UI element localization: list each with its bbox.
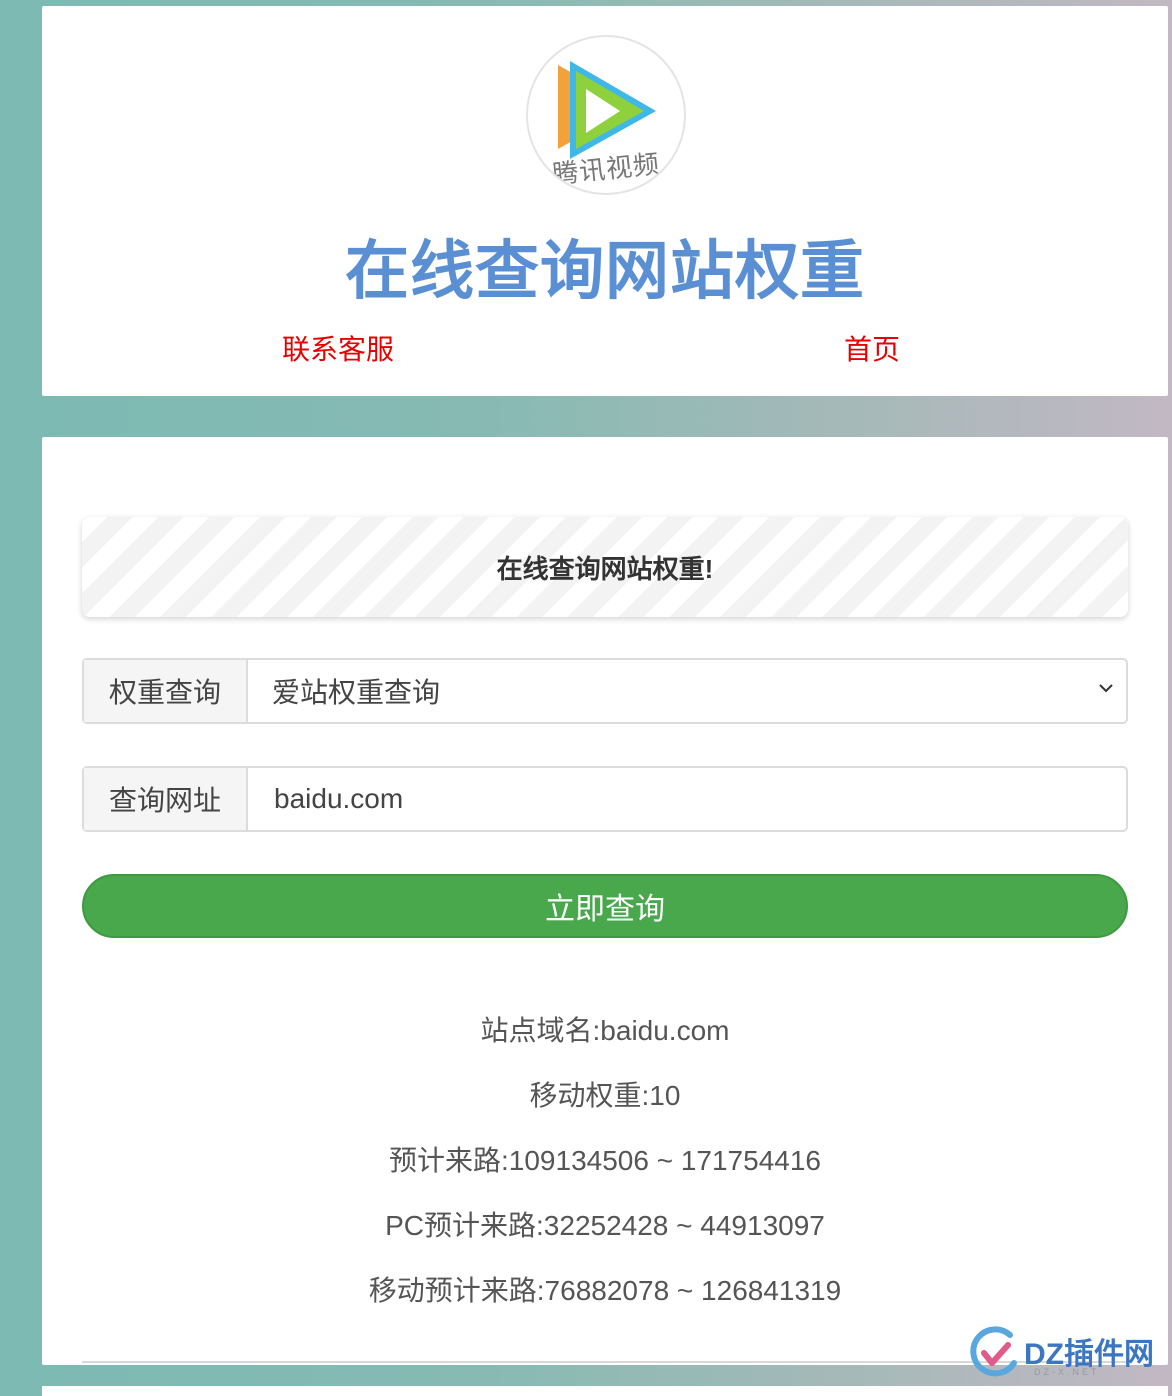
result-mobile-traffic: 移动预计来路:76882078 ~ 126841319	[368, 1275, 842, 1306]
site-watermark: DZ插件网 DZ-X.NET	[970, 1325, 1170, 1385]
chevron-down-icon	[1099, 684, 1113, 693]
url-field-wrap	[248, 768, 1126, 830]
nav-home-link[interactable]: 首页	[844, 328, 900, 368]
query-button[interactable]: 立即查询	[82, 874, 1128, 938]
result-estimated-traffic: 预计来路:109134506 ~ 171754416	[389, 1145, 821, 1176]
query-type-label: 权重查询	[84, 660, 248, 722]
tencent-video-logo: 腾讯视频	[526, 35, 686, 195]
header-card: 腾讯视频 在线查询网站权重 联系客服 首页	[42, 6, 1168, 396]
watermark-subtext: DZ-X.NET	[1034, 1367, 1100, 1377]
url-label: 查询网址	[84, 768, 248, 830]
check-badge-icon	[970, 1326, 1017, 1377]
url-group: 查询网址	[82, 766, 1128, 832]
next-card-edge	[42, 1386, 1168, 1396]
result-mobile-weight: 移动权重:10	[529, 1080, 681, 1111]
result-domain: 站点域名:baidu.com	[480, 1015, 730, 1046]
url-input[interactable]	[272, 782, 1088, 816]
query-card: 在线查询网站权重! 权重查询 爱站权重查询 查询网址 立即查询 站点域名:bai…	[42, 437, 1168, 1365]
notice-banner: 在线查询网站权重!	[82, 517, 1128, 617]
result-pc-traffic: PC预计来路:32252428 ~ 44913097	[385, 1210, 825, 1241]
page-title: 在线查询网站权重	[345, 235, 865, 307]
results-list: 站点域名:baidu.com 移动权重:10 预计来路:109134506 ~ …	[42, 1007, 1168, 1332]
query-type-value: 爱站权重查询	[272, 677, 441, 708]
nav-contact-link[interactable]: 联系客服	[282, 328, 394, 368]
query-type-select[interactable]: 爱站权重查询	[248, 660, 1126, 722]
notice-text: 在线查询网站权重!	[496, 553, 714, 584]
query-type-group: 权重查询 爱站权重查询	[82, 658, 1128, 724]
